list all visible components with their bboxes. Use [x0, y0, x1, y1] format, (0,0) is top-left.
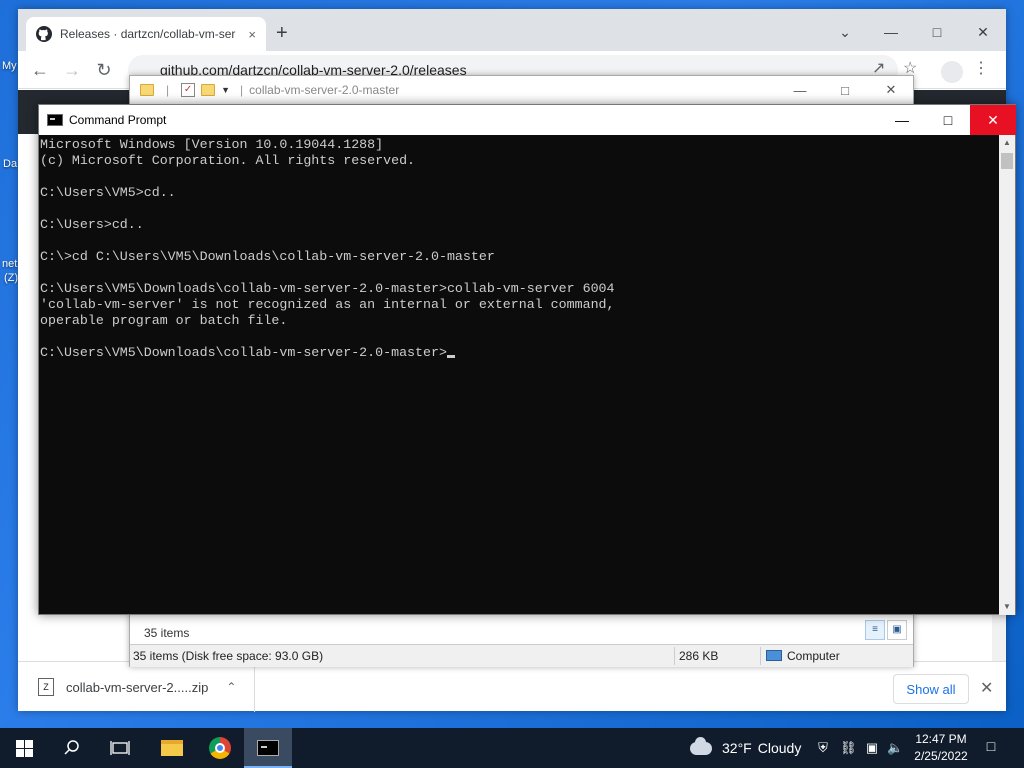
search-icon [64, 740, 79, 755]
profile-avatar-icon[interactable] [941, 61, 963, 83]
scroll-up-icon[interactable]: ▲ [999, 135, 1015, 151]
taskbar-file-explorer[interactable] [148, 728, 196, 768]
maximize-button[interactable]: □ [914, 17, 960, 47]
desktop-icon-label[interactable]: Da [3, 158, 17, 170]
weather-temperature: 32°F [722, 740, 752, 756]
folder-icon [140, 84, 154, 96]
new-folder-icon[interactable] [201, 84, 216, 96]
weather-widget[interactable]: 32°F Cloudy [690, 728, 801, 768]
cmd-title-bar: Command Prompt — □ ✕ [39, 105, 1016, 135]
details-view-icon[interactable]: ≡ [865, 620, 885, 640]
console-line: 'collab-vm-server' is not recognized as … [40, 297, 615, 312]
text-cursor [446, 355, 455, 358]
forward-arrow-icon[interactable]: → [60, 58, 84, 82]
command-prompt-window: Command Prompt — □ ✕ Microsoft Windows [… [38, 104, 1016, 615]
item-count: 35 items [130, 622, 913, 644]
display-icon[interactable]: ▣ [864, 740, 880, 756]
cmd-title: Command Prompt [69, 113, 167, 127]
taskbar: 32°F Cloudy ⛨ ⛓ ▣ 🔈 12:47 PM 2/25/2022 □ [0, 728, 1024, 768]
tab-close-icon[interactable]: × [248, 27, 256, 42]
status-bar: 35 items (Disk free space: 93.0 GB) 286 … [130, 644, 913, 667]
windows-logo-icon [15, 739, 33, 757]
taskbar-command-prompt[interactable] [244, 728, 292, 768]
chevron-down-icon[interactable]: ⌄ [822, 17, 868, 47]
scroll-down-icon[interactable]: ▼ [999, 599, 1015, 615]
console-prompt-line: C:\Users\VM5\Downloads\collab-vm-server-… [40, 345, 1001, 361]
clock-date: 2/25/2022 [914, 749, 968, 763]
cmd-icon [47, 114, 63, 126]
system-clock[interactable]: 12:47 PM 2/25/2022 [906, 731, 976, 765]
show-all-button[interactable]: Show all [893, 674, 969, 704]
file-explorer-icon [161, 740, 183, 756]
notification-icon[interactable]: □ [980, 738, 1002, 758]
explorer-title-bar: | ✓ ▼ | collab-vm-server-2.0-master — □ … [130, 76, 913, 104]
close-button[interactable]: ✕ [970, 105, 1016, 135]
command-prompt-icon [257, 740, 279, 756]
maximize-button[interactable]: □ [925, 105, 971, 135]
clock-time: 12:47 PM [915, 732, 967, 746]
cloud-icon [690, 736, 712, 755]
console-line: C:\>cd C:\Users\VM5\Downloads\collab-vm-… [40, 249, 495, 264]
console-output[interactable]: Microsoft Windows [Version 10.0.19044.12… [39, 135, 1001, 615]
minimize-button[interactable]: — [868, 17, 914, 47]
browser-tab[interactable]: Releases · dartzcn/collab-vm-ser × [26, 17, 266, 51]
menu-kebab-icon[interactable]: ⋮ [973, 58, 989, 78]
status-size: 286 KB [679, 649, 719, 663]
download-bar: Z collab-vm-server-2.....zip ⌃ Show all … [18, 661, 1006, 712]
search-button[interactable] [48, 728, 96, 768]
task-view-button[interactable] [96, 728, 144, 768]
chrome-icon [209, 737, 231, 759]
console-prompt: C:\Users\VM5\Downloads\collab-vm-server-… [40, 345, 447, 360]
computer-icon [766, 650, 782, 661]
desktop-icon-label[interactable]: My [2, 60, 17, 72]
chevron-up-icon[interactable]: ⌃ [226, 680, 236, 694]
tab-title: Releases · dartzcn/collab-vm-ser [60, 27, 236, 41]
chrome-tab-strip: Releases · dartzcn/collab-vm-ser × + ⌄ —… [18, 9, 1006, 51]
console-line: C:\Users\VM5\Downloads\collab-vm-server-… [40, 281, 615, 296]
console-line: C:\Users>cd.. [40, 217, 144, 232]
weather-condition: Cloudy [757, 740, 802, 756]
console-line: C:\Users\VM5>cd.. [40, 185, 176, 200]
close-download-bar-icon[interactable]: ✕ [980, 678, 993, 698]
quick-access-dropdown-icon[interactable]: ▼ [221, 85, 230, 95]
properties-icon[interactable]: ✓ [181, 83, 196, 97]
minimize-button[interactable]: — [879, 105, 925, 135]
back-arrow-icon[interactable]: ← [28, 58, 52, 82]
task-view-icon [110, 741, 130, 755]
explorer-title: collab-vm-server-2.0-master [249, 83, 400, 97]
close-button[interactable]: ✕ [960, 17, 1006, 47]
start-button[interactable] [0, 728, 48, 768]
close-button[interactable]: ✕ [876, 80, 906, 100]
scrollbar-thumb[interactable] [1001, 153, 1013, 169]
minimize-button[interactable]: — [785, 80, 815, 100]
desktop-icon-label[interactable]: net [2, 258, 17, 270]
download-item[interactable]: Z collab-vm-server-2.....zip ⌃ [18, 662, 255, 712]
cmd-scrollbar[interactable]: ▲ ▼ [999, 135, 1015, 615]
taskbar-chrome[interactable] [196, 728, 244, 768]
network-icon[interactable]: ⛓ [840, 740, 857, 756]
download-filename: collab-vm-server-2.....zip [66, 679, 209, 695]
zip-file-icon: Z [38, 678, 54, 696]
status-location: Computer [766, 649, 840, 663]
new-tab-button[interactable]: + [276, 23, 288, 43]
status-items: 35 items (Disk free space: 93.0 GB) [133, 649, 324, 663]
console-line: Microsoft Windows [Version 10.0.19044.12… [40, 137, 384, 152]
volume-icon[interactable]: 🔈 [887, 740, 903, 756]
github-icon [36, 26, 52, 42]
console-line: operable program or batch file. [40, 313, 288, 328]
reload-icon[interactable]: ↻ [92, 58, 116, 82]
console-line: (c) Microsoft Corporation. All rights re… [40, 153, 416, 168]
maximize-button[interactable]: □ [830, 80, 860, 100]
security-shield-icon[interactable]: ⛨ [815, 740, 831, 756]
large-icons-view-icon[interactable]: ▣ [887, 620, 907, 640]
view-toggle: ≡ ▣ [865, 620, 907, 640]
desktop-icon-label[interactable]: (Z) [4, 272, 18, 284]
